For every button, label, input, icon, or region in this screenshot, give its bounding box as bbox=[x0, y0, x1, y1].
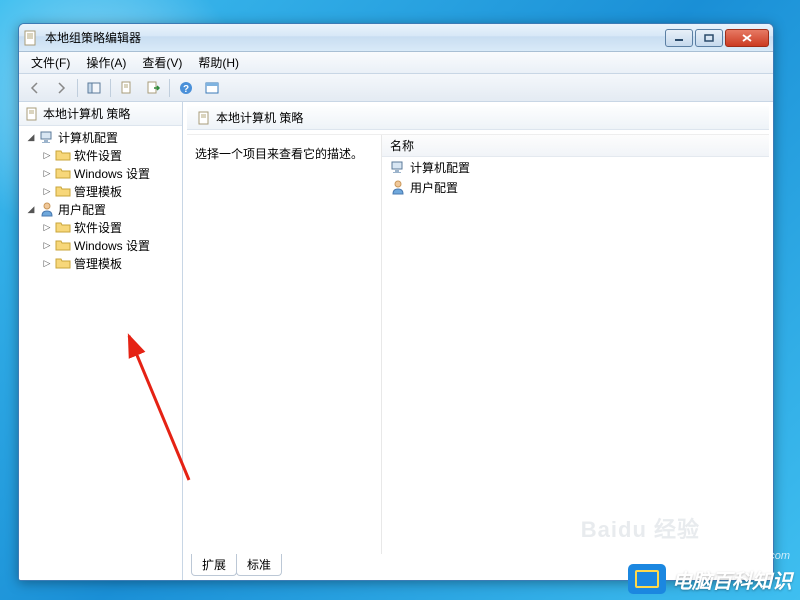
collapse-icon[interactable]: ◢ bbox=[25, 131, 37, 143]
list-item-computer-config[interactable]: 计算机配置 bbox=[382, 157, 769, 177]
folder-icon bbox=[55, 183, 71, 199]
brand-logo-icon bbox=[628, 564, 666, 594]
brand-text: 电脑百科知识 bbox=[672, 565, 792, 594]
main-body: 选择一个项目来查看它的描述。 名称 计算机配置 用户配置 bbox=[187, 134, 769, 554]
expand-icon[interactable]: ▷ bbox=[41, 167, 53, 179]
computer-icon bbox=[39, 129, 55, 145]
menu-help[interactable]: 帮助(H) bbox=[190, 52, 247, 73]
tree-label: 计算机配置 bbox=[58, 129, 118, 146]
expand-icon[interactable]: ▷ bbox=[41, 257, 53, 269]
expand-icon[interactable]: ▷ bbox=[41, 221, 53, 233]
tree-node-user-software-settings[interactable]: ▷ 软件设置 bbox=[19, 218, 182, 236]
tree-node-admin-templates[interactable]: ▷ 管理模板 bbox=[19, 182, 182, 200]
user-icon bbox=[390, 179, 406, 195]
policy-icon bbox=[197, 111, 211, 125]
svg-text:?: ? bbox=[183, 84, 189, 95]
app-window: 本地组策略编辑器 文件(F) 操作(A) 查看(V) 帮助(H) ? 本地计算机 bbox=[18, 23, 774, 581]
tree-label: 软件设置 bbox=[74, 219, 122, 236]
export-button[interactable] bbox=[141, 77, 165, 99]
tab-standard[interactable]: 标准 bbox=[236, 554, 282, 576]
tree: ◢ 计算机配置 ▷ 软件设置 ▷ Windows 设置 ▷ 管理 bbox=[19, 126, 182, 274]
list-item-label: 用户配置 bbox=[410, 179, 458, 196]
menubar: 文件(F) 操作(A) 查看(V) 帮助(H) bbox=[19, 52, 773, 74]
list-item-user-config[interactable]: 用户配置 bbox=[382, 177, 769, 197]
main-header: 本地计算机 策略 bbox=[187, 106, 769, 130]
tree-label: 软件设置 bbox=[74, 147, 122, 164]
folder-icon bbox=[55, 147, 71, 163]
watermark-brand: 电脑百科知识 bbox=[628, 564, 792, 594]
tree-node-windows-settings[interactable]: ▷ Windows 设置 bbox=[19, 164, 182, 182]
minimize-button[interactable] bbox=[665, 29, 693, 47]
expand-icon[interactable]: ▷ bbox=[41, 149, 53, 161]
folder-icon bbox=[55, 219, 71, 235]
folder-icon bbox=[55, 165, 71, 181]
maximize-button[interactable] bbox=[695, 29, 723, 47]
description-text: 选择一个项目来查看它的描述。 bbox=[195, 147, 363, 161]
window-title: 本地组策略编辑器 bbox=[45, 29, 665, 46]
tree-node-user-windows-settings[interactable]: ▷ Windows 设置 bbox=[19, 236, 182, 254]
tree-label: 管理模板 bbox=[74, 255, 122, 272]
forward-button[interactable] bbox=[49, 77, 73, 99]
toolbar: ? bbox=[19, 74, 773, 102]
tab-extended[interactable]: 扩展 bbox=[191, 554, 237, 576]
tree-header: 本地计算机 策略 bbox=[19, 102, 182, 126]
toolbar-separator bbox=[169, 79, 170, 97]
folder-icon bbox=[55, 255, 71, 271]
watermark-baidu: Baidu 经验 bbox=[581, 512, 700, 544]
back-button[interactable] bbox=[23, 77, 47, 99]
toolbar-separator bbox=[110, 79, 111, 97]
tree-label: 管理模板 bbox=[74, 183, 122, 200]
toolbar-separator bbox=[77, 79, 78, 97]
tree-root-label: 本地计算机 策略 bbox=[43, 105, 130, 122]
watermark-url: www.pc-daily.com bbox=[703, 550, 790, 562]
list-header-name[interactable]: 名称 bbox=[382, 135, 769, 157]
close-button[interactable] bbox=[725, 29, 769, 47]
content-area: 本地计算机 策略 ◢ 计算机配置 ▷ 软件设置 ▷ Windows 设置 bbox=[19, 102, 773, 580]
tree-node-software-settings[interactable]: ▷ 软件设置 bbox=[19, 146, 182, 164]
menu-action[interactable]: 操作(A) bbox=[78, 52, 134, 73]
collapse-icon[interactable]: ◢ bbox=[25, 203, 37, 215]
expand-icon[interactable]: ▷ bbox=[41, 239, 53, 251]
filter-button[interactable] bbox=[200, 77, 224, 99]
user-icon bbox=[39, 201, 55, 217]
tree-label: Windows 设置 bbox=[74, 237, 150, 254]
column-header-label: 名称 bbox=[390, 137, 414, 154]
tree-node-user-config[interactable]: ◢ 用户配置 bbox=[19, 200, 182, 218]
tree-label: 用户配置 bbox=[58, 201, 106, 218]
help-button[interactable]: ? bbox=[174, 77, 198, 99]
tree-node-computer-config[interactable]: ◢ 计算机配置 bbox=[19, 128, 182, 146]
window-controls bbox=[665, 29, 769, 47]
app-icon bbox=[23, 30, 39, 46]
tree-node-user-admin-templates[interactable]: ▷ 管理模板 bbox=[19, 254, 182, 272]
list-item-label: 计算机配置 bbox=[410, 159, 470, 176]
tree-panel: 本地计算机 策略 ◢ 计算机配置 ▷ 软件设置 ▷ Windows 设置 bbox=[19, 102, 183, 580]
description-column: 选择一个项目来查看它的描述。 bbox=[187, 135, 382, 554]
main-panel: 本地计算机 策略 选择一个项目来查看它的描述。 名称 计算机配置 bbox=[183, 102, 773, 580]
list-column: 名称 计算机配置 用户配置 bbox=[382, 135, 769, 554]
titlebar[interactable]: 本地组策略编辑器 bbox=[19, 24, 773, 52]
tree-label: Windows 设置 bbox=[74, 165, 150, 182]
expand-icon[interactable]: ▷ bbox=[41, 185, 53, 197]
computer-icon bbox=[390, 159, 406, 175]
properties-button[interactable] bbox=[115, 77, 139, 99]
menu-view[interactable]: 查看(V) bbox=[134, 52, 190, 73]
main-header-title: 本地计算机 策略 bbox=[216, 109, 303, 126]
toolbar-pane-button[interactable] bbox=[82, 77, 106, 99]
menu-file[interactable]: 文件(F) bbox=[23, 52, 78, 73]
policy-icon bbox=[25, 107, 39, 121]
folder-icon bbox=[55, 237, 71, 253]
